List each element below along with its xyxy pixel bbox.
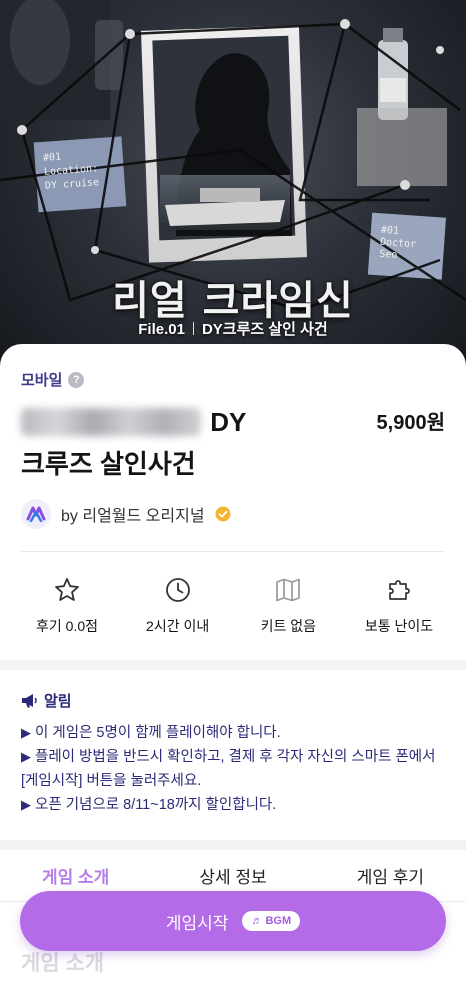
verified-badge-icon [215,506,231,522]
tab-details[interactable]: 상세 정보 [199,863,266,888]
bullet-icon: ▶ [21,797,31,812]
case-name: DY크루즈 살인 사건 [201,321,328,338]
hero-poster: #01 Location: DY cruise #01 Doctor Seo 리… [0,0,466,380]
maker-logo-icon [21,499,51,529]
start-game-label: 게임시작 [165,913,229,933]
start-game-button[interactable]: 게임시작 ♬ BGM [20,891,446,951]
notice-heading: 알림 [21,690,450,711]
notice-box: 알림 ▶ 이 게임은 5명이 함께 플레이해야 합니다. ▶ 플레이 방법을 반드시… [21,690,450,817]
detail-tabs: 게임 소개 상세 정보 게임 후기 [0,863,466,888]
bgm-label: BGM [265,915,292,927]
tab-game-intro[interactable]: 게임 소개 [42,863,109,888]
bullet-icon: ▶ [21,725,31,740]
notice-text: 오픈 기념으로 8/11~18까지 할인합니다. [35,797,277,813]
section-separator [0,660,466,670]
price: 5,900원 [376,412,445,434]
title-line1: DY [210,407,247,437]
notice-text: 이 게임은 5명이 함께 플레이해야 합니다. [35,725,281,741]
notice-text: 플레이 방법을 반드시 확인하고, 결제 후 각자 자신의 스마트 폰에서 [게… [21,749,436,789]
section-heading: 게임 소개 [21,952,105,975]
bgm-badge[interactable]: ♬ BGM [242,911,301,931]
bullet-icon: ▶ [21,749,31,764]
stat-difficulty: 보통 난이도 [344,576,454,636]
title-line2: 크루즈 살인사건 [21,449,196,479]
evidence-note-right: #01 Doctor Seo [379,225,418,263]
stats-row: 후기 0.0점 2시간 이내 키트 없음 보통 난이도 [12,576,454,636]
notice-line: ▶ 이 게임은 5명이 함께 플레이해야 합니다. [21,721,450,745]
puzzle-icon [389,580,410,600]
stat-label: 2시간 이내 [146,618,210,634]
divider [21,551,445,552]
stat-kit: 키트 없음 [233,576,343,636]
megaphone-icon [22,694,37,708]
music-note-icon: ♬ [251,915,263,927]
stat-duration: 2시간 이내 [123,576,233,636]
maker-row[interactable]: by 리얼월드 오리지널 [21,499,231,529]
tab-reviews[interactable]: 게임 후기 [357,863,424,888]
clock-icon [165,578,190,602]
section-separator [0,840,466,850]
platform-row: 모바일 ? [21,369,85,390]
redacted-title-text [21,408,201,436]
hero-subtitle: File.01 DY크루즈 살인 사건 [0,318,466,339]
help-icon[interactable]: ? [68,371,85,388]
notice-title: 알림 [44,693,72,710]
notice-line: ▶ 플레이 방법을 반드시 확인하고, 결제 후 각자 자신의 스마트 폰에서 [… [21,745,450,793]
stat-label: 후기 0.0점 [36,618,98,634]
notice-lines: ▶ 이 게임은 5명이 함께 플레이해야 합니다. ▶ 플레이 방법을 반드시 확인… [21,721,450,817]
file-number: File.01 [138,321,185,338]
evidence-note-left: #01 Location: DY cruise [43,148,100,194]
subtitle-divider [192,322,194,335]
notice-line: ▶ 오픈 기념으로 8/11~18까지 할인합니다. [21,793,450,817]
product-sheet: 모바일 ? DY 크루즈 살인사건 5,900원 by 리얼월드 오리지널 후기… [0,344,466,986]
maker-name: by 리얼월드 오리지널 [61,508,205,525]
map-icon [276,578,301,602]
stat-label: 키트 없음 [260,618,317,634]
stat-rating: 후기 0.0점 [12,576,122,636]
stat-label: 보통 난이도 [364,618,434,634]
product-title: DY 크루즈 살인사건 [21,401,341,485]
star-outline-icon [55,578,79,601]
platform-label: 모바일 [21,372,63,389]
